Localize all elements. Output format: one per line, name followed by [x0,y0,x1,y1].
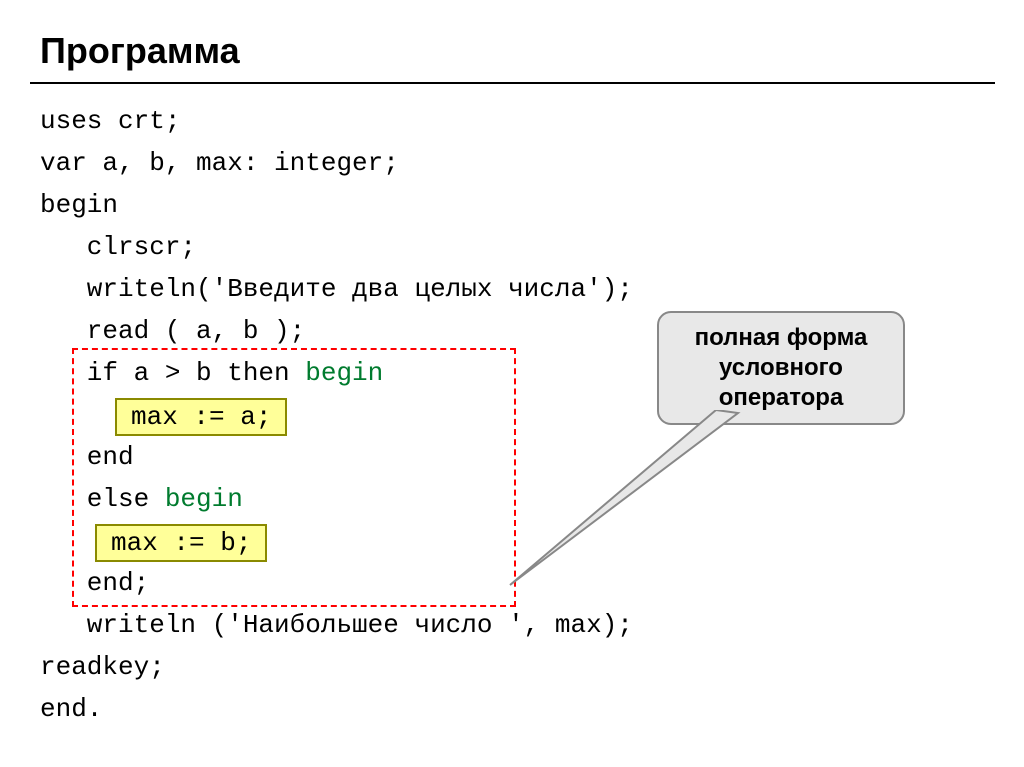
assignment-b-text: max := b; [111,528,251,558]
code-line-15: end. [40,694,102,724]
dashed-highlight-box [72,348,516,607]
title-underline [30,82,995,84]
code-line-5: writeln('Введите два целых числа'); [40,274,633,304]
code-line-3: begin [40,190,118,220]
code-line-2: var a, b, max: integer; [40,148,399,178]
callout-line-1: полная форма [677,323,885,353]
code-line-14: readkey; [40,652,165,682]
callout-line-2: условного [677,353,885,383]
assignment-box-b: max := b; [95,524,267,562]
assignment-a-text: max := a; [131,402,271,432]
code-line-4: clrscr; [40,232,196,262]
code-line-6: read ( a, b ); [40,316,305,346]
code-line-13: writeln ('Наибольшее число ', max); [40,610,633,640]
slide-title: Программа [40,30,240,72]
callout-box: полная форма условного оператора [657,311,905,425]
callout-line-3: оператора [677,383,885,413]
assignment-box-a: max := a; [115,398,287,436]
code-line-1: uses crt; [40,106,180,136]
